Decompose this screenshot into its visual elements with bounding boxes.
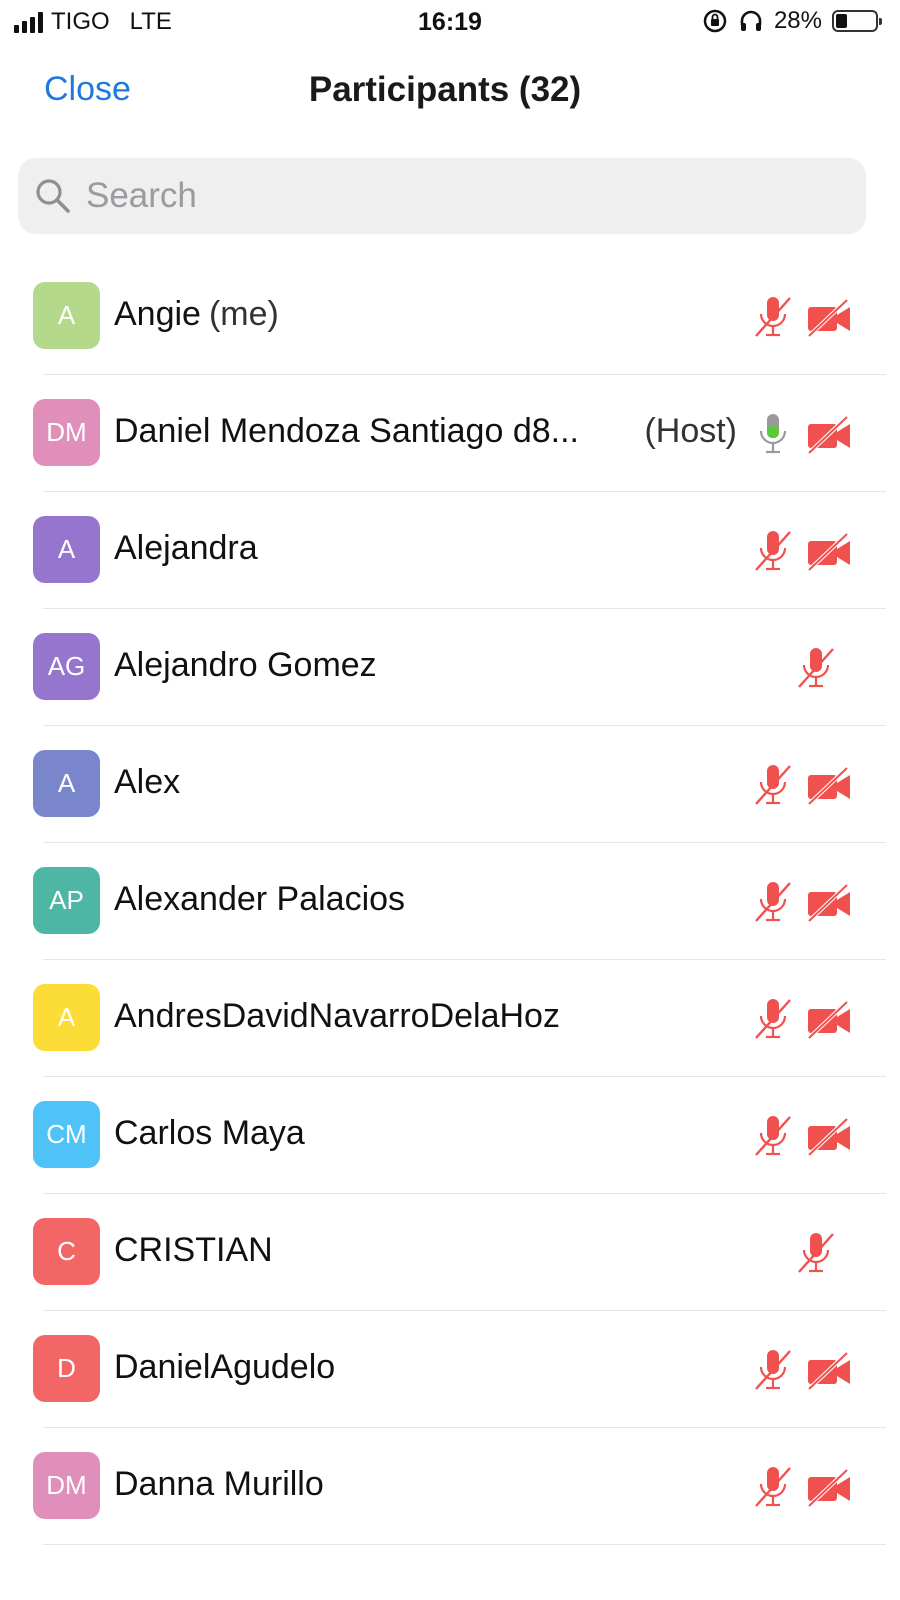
participant-name: Alejandra	[114, 529, 258, 567]
microphone-muted-icon	[753, 1347, 793, 1393]
video-off-icon	[806, 298, 852, 338]
headphones-icon	[740, 10, 762, 31]
microphone-muted-icon	[753, 1113, 793, 1159]
participant-name-container: Danna Murillo	[114, 1465, 324, 1504]
participant-name-container: Angie (me)	[114, 295, 279, 334]
participant-name-container: Alejandro Gomez	[114, 646, 377, 685]
participant-name-container: DanielAgudelo	[114, 1348, 335, 1387]
participant-name-container: CRISTIAN	[114, 1231, 273, 1270]
microphone-muted-icon	[753, 762, 793, 808]
microphone-on-icon	[753, 411, 793, 457]
avatar: A	[33, 984, 100, 1051]
video-off-icon	[806, 766, 852, 806]
search-bar[interactable]	[18, 158, 866, 234]
status-bar: TIGO LTE 16:19 28%	[0, 0, 900, 46]
participant-row[interactable]: AP Alexander Palacios	[0, 843, 900, 960]
avatar: CM	[33, 1101, 100, 1168]
participant-name: Daniel Mendoza Santiago d8...	[114, 412, 579, 450]
video-off-icon	[806, 883, 852, 923]
participant-name-container: Alejandra	[114, 529, 258, 568]
participant-name-container: Carlos Maya	[114, 1114, 305, 1153]
orientation-lock-icon	[703, 9, 727, 33]
participant-row[interactable]: A Alex	[0, 726, 900, 843]
participant-list: A Angie (me) DM Daniel Mendoza Santiago d8.…	[0, 258, 900, 1545]
microphone-muted-icon	[753, 294, 793, 340]
participant-name: Danna Murillo	[114, 1465, 324, 1503]
participant-name: Alexander Palacios	[114, 880, 406, 918]
participant-row[interactable]: DM Danna Murillo	[0, 1428, 900, 1545]
participant-name-container: Alex	[114, 763, 180, 802]
participant-me-tag: (me)	[208, 295, 279, 333]
participant-name-container: Daniel Mendoza Santiago d8...	[114, 412, 579, 451]
participant-name: Alex	[114, 763, 181, 801]
header: Close Participants (32)	[0, 58, 900, 122]
battery-level	[836, 14, 847, 28]
avatar: A	[33, 516, 100, 583]
video-off-icon	[806, 1117, 852, 1157]
participant-row[interactable]: A AndresDavidNavarroDelaHoz	[0, 960, 900, 1077]
avatar: A	[33, 282, 100, 349]
battery-percent: 28%	[773, 7, 822, 34]
battery-icon	[832, 10, 882, 32]
participant-row[interactable]: A Angie (me)	[0, 258, 900, 375]
participant-name: CRISTIAN	[114, 1231, 273, 1269]
avatar: D	[33, 1335, 100, 1402]
participant-name-container: Alexander Palacios	[114, 880, 405, 919]
host-tag: (Host)	[644, 412, 737, 450]
avatar: AG	[33, 633, 100, 700]
microphone-muted-icon	[796, 645, 836, 691]
participant-row[interactable]: CM Carlos Maya	[0, 1077, 900, 1194]
video-off-icon	[806, 1000, 852, 1040]
microphone-muted-icon	[796, 1230, 836, 1276]
participant-name: Carlos Maya	[114, 1114, 305, 1152]
avatar: AP	[33, 867, 100, 934]
search-icon	[36, 179, 70, 213]
video-off-icon	[806, 1351, 852, 1391]
participant-name: Angie	[114, 295, 201, 333]
microphone-muted-icon	[753, 996, 793, 1042]
avatar: C	[33, 1218, 100, 1285]
participant-name: AndresDavidNavarroDelaHoz	[114, 997, 560, 1035]
participant-name-container: AndresDavidNavarroDelaHoz	[114, 997, 560, 1036]
participant-row[interactable]: DM Daniel Mendoza Santiago d8... (Host)	[0, 375, 900, 492]
microphone-muted-icon	[753, 1464, 793, 1510]
video-off-icon	[806, 1468, 852, 1508]
participant-name: Alejandro Gomez	[114, 646, 377, 684]
avatar: A	[33, 750, 100, 817]
participant-row[interactable]: D DanielAgudelo	[0, 1311, 900, 1428]
avatar: DM	[33, 399, 100, 466]
search-input[interactable]	[84, 175, 848, 217]
video-off-icon	[806, 415, 852, 455]
participant-row[interactable]: C CRISTIAN	[0, 1194, 900, 1311]
microphone-muted-icon	[753, 528, 793, 574]
video-off-icon	[806, 532, 852, 572]
participant-name: DanielAgudelo	[114, 1348, 336, 1386]
participant-row[interactable]: AG Alejandro Gomez	[0, 609, 900, 726]
page-title: Participants (32)	[308, 70, 582, 109]
status-bar-right: 28%	[702, 7, 882, 35]
avatar: DM	[33, 1452, 100, 1519]
microphone-muted-icon	[753, 879, 793, 925]
participant-row[interactable]: A Alejandra	[0, 492, 900, 609]
